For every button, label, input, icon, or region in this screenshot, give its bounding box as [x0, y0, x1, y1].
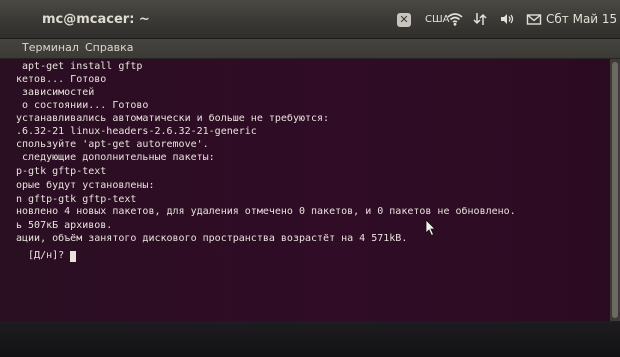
terminal-line: спользуйте 'apt-get autoremove'.	[16, 139, 209, 150]
title-bar: mc@mcacer: ~ ✕ США Сбт Май 15	[0, 0, 620, 39]
desktop-background	[0, 321, 620, 357]
terminal-line: ь 507кБ архивов.	[16, 220, 113, 231]
terminal-line: следующие дополнительные пакеты:	[16, 152, 215, 163]
terminal-prompt: [Д/н]?	[16, 250, 71, 261]
terminal-line: о состоянии... Готово	[16, 100, 149, 111]
terminal-line: зависимостей	[16, 87, 95, 98]
text-cursor	[70, 251, 76, 262]
terminal-line: ации, объём занятого дискового пространс…	[16, 233, 408, 244]
terminal-line: apt-get install gftp	[16, 61, 143, 72]
wifi-icon[interactable]	[447, 11, 463, 27]
clock[interactable]: Сбт Май 15	[546, 12, 617, 26]
close-icon[interactable]: ✕	[397, 13, 411, 27]
window-title: mc@mcacer: ~	[42, 12, 150, 27]
menu-terminal[interactable]: Терминал	[22, 41, 79, 54]
volume-icon[interactable]	[499, 11, 515, 27]
terminal-line: новлено 4 новых пакетов, для удаления от…	[16, 206, 516, 217]
menu-help[interactable]: Справка	[85, 41, 133, 54]
terminal-line: .6.32-21 linux-headers-2.6.32-21-generic	[16, 126, 257, 137]
scrollbar-thumb[interactable]	[612, 62, 618, 318]
terminal-line: орые будут установлены:	[16, 180, 155, 191]
terminal-line: кетов... Готово	[16, 74, 107, 85]
menu-bar: Терминал Справка	[0, 39, 620, 59]
terminal-line: p-gtk gftp-text	[16, 166, 107, 177]
mouse-pointer-icon	[425, 219, 437, 242]
mail-icon[interactable]	[526, 11, 542, 27]
keyboard-layout-indicator[interactable]: США	[425, 14, 450, 25]
terminal-line: устанавливались автоматически и больше н…	[16, 113, 330, 124]
network-icon[interactable]	[472, 11, 488, 27]
screen: mc@mcacer: ~ ✕ США Сбт Май 15 Терминал С…	[0, 0, 620, 357]
terminal-line: n gftp-gtk gftp-text	[16, 194, 137, 205]
